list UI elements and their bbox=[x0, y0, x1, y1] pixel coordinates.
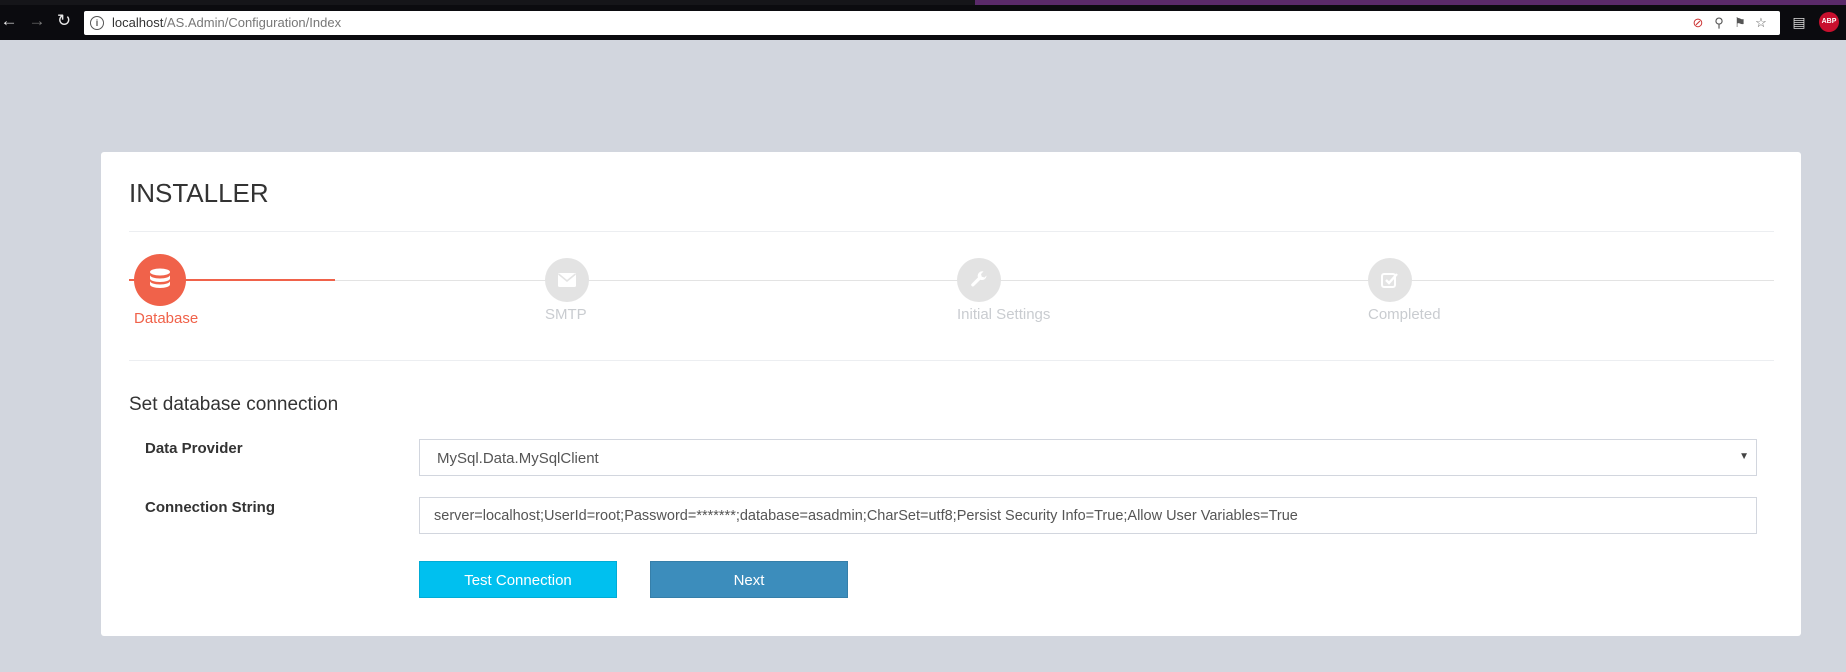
url-host: localhost bbox=[112, 15, 164, 30]
chevron-down-icon: ▼ bbox=[1739, 451, 1749, 462]
forward-icon[interactable]: → bbox=[28, 12, 46, 30]
database-icon bbox=[134, 254, 186, 306]
divider bbox=[129, 360, 1774, 361]
reload-icon[interactable]: ↻ bbox=[55, 12, 73, 30]
connection-string-input[interactable]: server=localhost;UserId=root;Password=**… bbox=[419, 497, 1757, 534]
tab-strip bbox=[0, 0, 1846, 5]
test-connection-button[interactable]: Test Connection bbox=[419, 561, 617, 598]
active-tab[interactable] bbox=[975, 0, 1846, 5]
step-label-initial-settings: Initial Settings bbox=[957, 306, 1051, 323]
check-square-icon bbox=[1368, 258, 1412, 302]
connection-string-value: server=localhost;UserId=root;Password=**… bbox=[434, 508, 1298, 524]
back-icon[interactable]: ← bbox=[0, 12, 18, 30]
extension-icon[interactable]: ▤ bbox=[1790, 13, 1808, 31]
step-label-smtp: SMTP bbox=[545, 306, 587, 323]
divider bbox=[129, 231, 1774, 232]
url-text[interactable]: localhost/AS.Admin/Configuration/Index bbox=[112, 15, 341, 30]
connection-string-label: Connection String bbox=[145, 499, 275, 516]
data-provider-label: Data Provider bbox=[145, 440, 243, 457]
step-label-completed: Completed bbox=[1368, 306, 1441, 323]
info-icon[interactable]: i bbox=[90, 16, 104, 30]
data-provider-value: MySql.Data.MySqlClient bbox=[437, 450, 599, 467]
data-provider-select[interactable]: MySql.Data.MySqlClient ▼ bbox=[419, 439, 1757, 476]
section-title: Set database connection bbox=[129, 394, 339, 415]
browser-toolbar: ← → ↻ i localhost/AS.Admin/Configuration… bbox=[0, 0, 1846, 40]
url-path: /AS.Admin/Configuration/Index bbox=[163, 15, 342, 30]
adblock-icon[interactable]: ABP bbox=[1819, 12, 1839, 32]
wrench-icon bbox=[957, 258, 1001, 302]
step-label-database: Database bbox=[134, 310, 199, 327]
page-title: INSTALLER bbox=[129, 178, 269, 208]
address-bar[interactable]: i localhost/AS.Admin/Configuration/Index… bbox=[84, 11, 1780, 35]
zoom-icon[interactable]: ⚲ bbox=[1711, 15, 1727, 31]
blocked-icon[interactable]: ⊘ bbox=[1690, 15, 1706, 31]
key-icon[interactable]: ⚑ bbox=[1732, 15, 1748, 31]
installer-card: INSTALLER Database SMTP Initial Settings… bbox=[101, 152, 1801, 636]
next-button[interactable]: Next bbox=[650, 561, 848, 598]
wizard-track bbox=[129, 280, 1774, 281]
star-icon[interactable]: ☆ bbox=[1753, 15, 1769, 31]
envelope-icon bbox=[545, 258, 589, 302]
